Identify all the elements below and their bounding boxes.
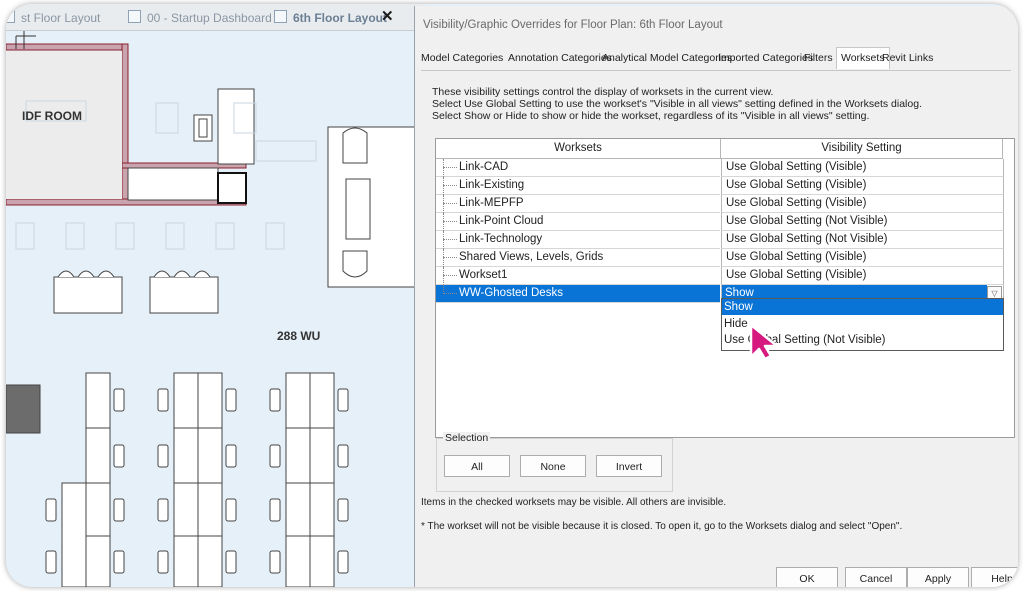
column-header-visibility-setting[interactable]: Visibility Setting	[721, 139, 1003, 159]
workset-name: Link-Point Cloud	[459, 215, 544, 227]
table	[149, 276, 219, 314]
cancel-button[interactable]: Cancel	[845, 567, 907, 587]
idf-room-fill	[6, 51, 122, 199]
select-all-button[interactable]: All	[444, 455, 510, 477]
floor-plan-icon	[6, 10, 15, 23]
invert-selection-button[interactable]: Invert	[596, 455, 662, 477]
room-label-288-wu: 288 WU	[277, 329, 321, 343]
info-text-line: These visibility settings control the di…	[432, 86, 774, 98]
selection-legend: Selection	[443, 432, 491, 444]
view-tab-bar: st Floor Layout 00 - Startup Dashboard 6…	[6, 4, 426, 31]
view-tab-startup-dashboard[interactable]: 00 - Startup Dashboard	[128, 10, 272, 25]
visibility-setting-value[interactable]: Use Global Setting (Not Visible)	[726, 233, 888, 245]
selection-group: Selection All None Invert	[436, 432, 673, 492]
tab-imported-categories[interactable]: Imported Categories	[718, 52, 813, 64]
note-visibility: Items in the checked worksets may be vis…	[421, 497, 727, 508]
close-icon[interactable]: ✕	[381, 7, 394, 25]
table-row[interactable]: Link-Existing Use Global Setting (Visibl…	[436, 177, 1004, 195]
workset-name: Link-Existing	[459, 179, 525, 191]
table	[53, 276, 123, 314]
column-header-worksets[interactable]: Worksets	[436, 139, 721, 159]
mouse-cursor-icon	[749, 323, 779, 361]
view-tab-6th-floor[interactable]: 6th Floor Layout	[274, 10, 387, 25]
workset-name: WW-Ghosted Desks	[459, 287, 563, 299]
visibility-setting-value[interactable]: Use Global Setting (Visible)	[726, 197, 866, 209]
floor-plan-icon	[274, 10, 287, 23]
note-closed-workset: * The workset will not be visible becaus…	[421, 521, 903, 532]
tab-filters[interactable]: Filters	[804, 52, 833, 64]
view-tab-1st-floor[interactable]: st Floor Layout	[6, 10, 100, 25]
tab-annotation-categories[interactable]: Annotation Categories	[508, 52, 612, 64]
dialog-footer: OK Cancel Apply Help	[415, 559, 1018, 587]
info-text-line: Select Use Global Setting to use the wor…	[432, 98, 922, 110]
room-label-idf: IDF ROOM	[22, 109, 82, 123]
screenshot-frame: st Floor Layout 00 - Startup Dashboard 6…	[6, 4, 1018, 587]
table-row[interactable]: Shared Views, Levels, Grids Use Global S…	[436, 249, 1004, 267]
visibility-graphic-overrides-dialog: Visibility/Graphic Overrides for Floor P…	[414, 6, 1018, 587]
casework	[127, 167, 219, 201]
table-row[interactable]: Link-CAD Use Global Setting (Visible)	[436, 159, 1004, 177]
table-row[interactable]: Workset1 Use Global Setting (Visible)	[436, 267, 1004, 285]
workset-name: Link-Technology	[459, 233, 543, 245]
visibility-setting-value[interactable]: Use Global Setting (Visible)	[726, 179, 866, 191]
workset-name: Shared Views, Levels, Grids	[459, 251, 604, 263]
dialog-title: Visibility/Graphic Overrides for Floor P…	[423, 19, 723, 31]
casework	[217, 88, 255, 165]
floor-plan-canvas[interactable]: IDF ROOM 288 WU	[6, 31, 427, 587]
info-text-line: Select Show or Hide to show or hide the …	[432, 110, 870, 122]
worksets-grid: Worksets Visibility Setting Link-CAD Use…	[435, 138, 1015, 438]
help-button[interactable]: Help	[971, 567, 1018, 587]
ok-button[interactable]: OK	[776, 567, 838, 587]
tab-model-categories[interactable]: Model Categories	[421, 52, 503, 64]
select-none-button[interactable]: None	[520, 455, 586, 477]
tab-revit-links[interactable]: Revit Links	[882, 52, 933, 64]
tab-analytical-model-categories[interactable]: Analytical Model Categories	[602, 52, 732, 64]
workset-name: Link-CAD	[459, 161, 509, 173]
table-row[interactable]: Link-Point Cloud Use Global Setting (Not…	[436, 213, 1004, 231]
workset-name: Workset1	[459, 269, 508, 281]
visibility-setting-value[interactable]: Use Global Setting (Visible)	[726, 161, 866, 173]
visibility-setting-value[interactable]: Use Global Setting (Visible)	[726, 251, 866, 263]
dropdown-option-show[interactable]: Show	[722, 299, 1003, 315]
table-row[interactable]: Link-Technology Use Global Setting (Not …	[436, 231, 1004, 249]
dashboard-icon	[128, 10, 141, 23]
workset-name: Link-MEPFP	[459, 197, 524, 209]
wall	[121, 43, 129, 203]
table-row[interactable]: Link-MEPFP Use Global Setting (Visible)	[436, 195, 1004, 213]
casework	[217, 172, 247, 204]
dialog-tab-strip: Model Categories Annotation Categories A…	[421, 47, 1011, 71]
desk-clusters	[61, 372, 335, 587]
column	[6, 384, 41, 434]
apply-button[interactable]: Apply	[907, 567, 969, 587]
visibility-setting-value[interactable]: Use Global Setting (Not Visible)	[726, 215, 888, 227]
visibility-setting-value[interactable]: Use Global Setting (Visible)	[726, 269, 866, 281]
